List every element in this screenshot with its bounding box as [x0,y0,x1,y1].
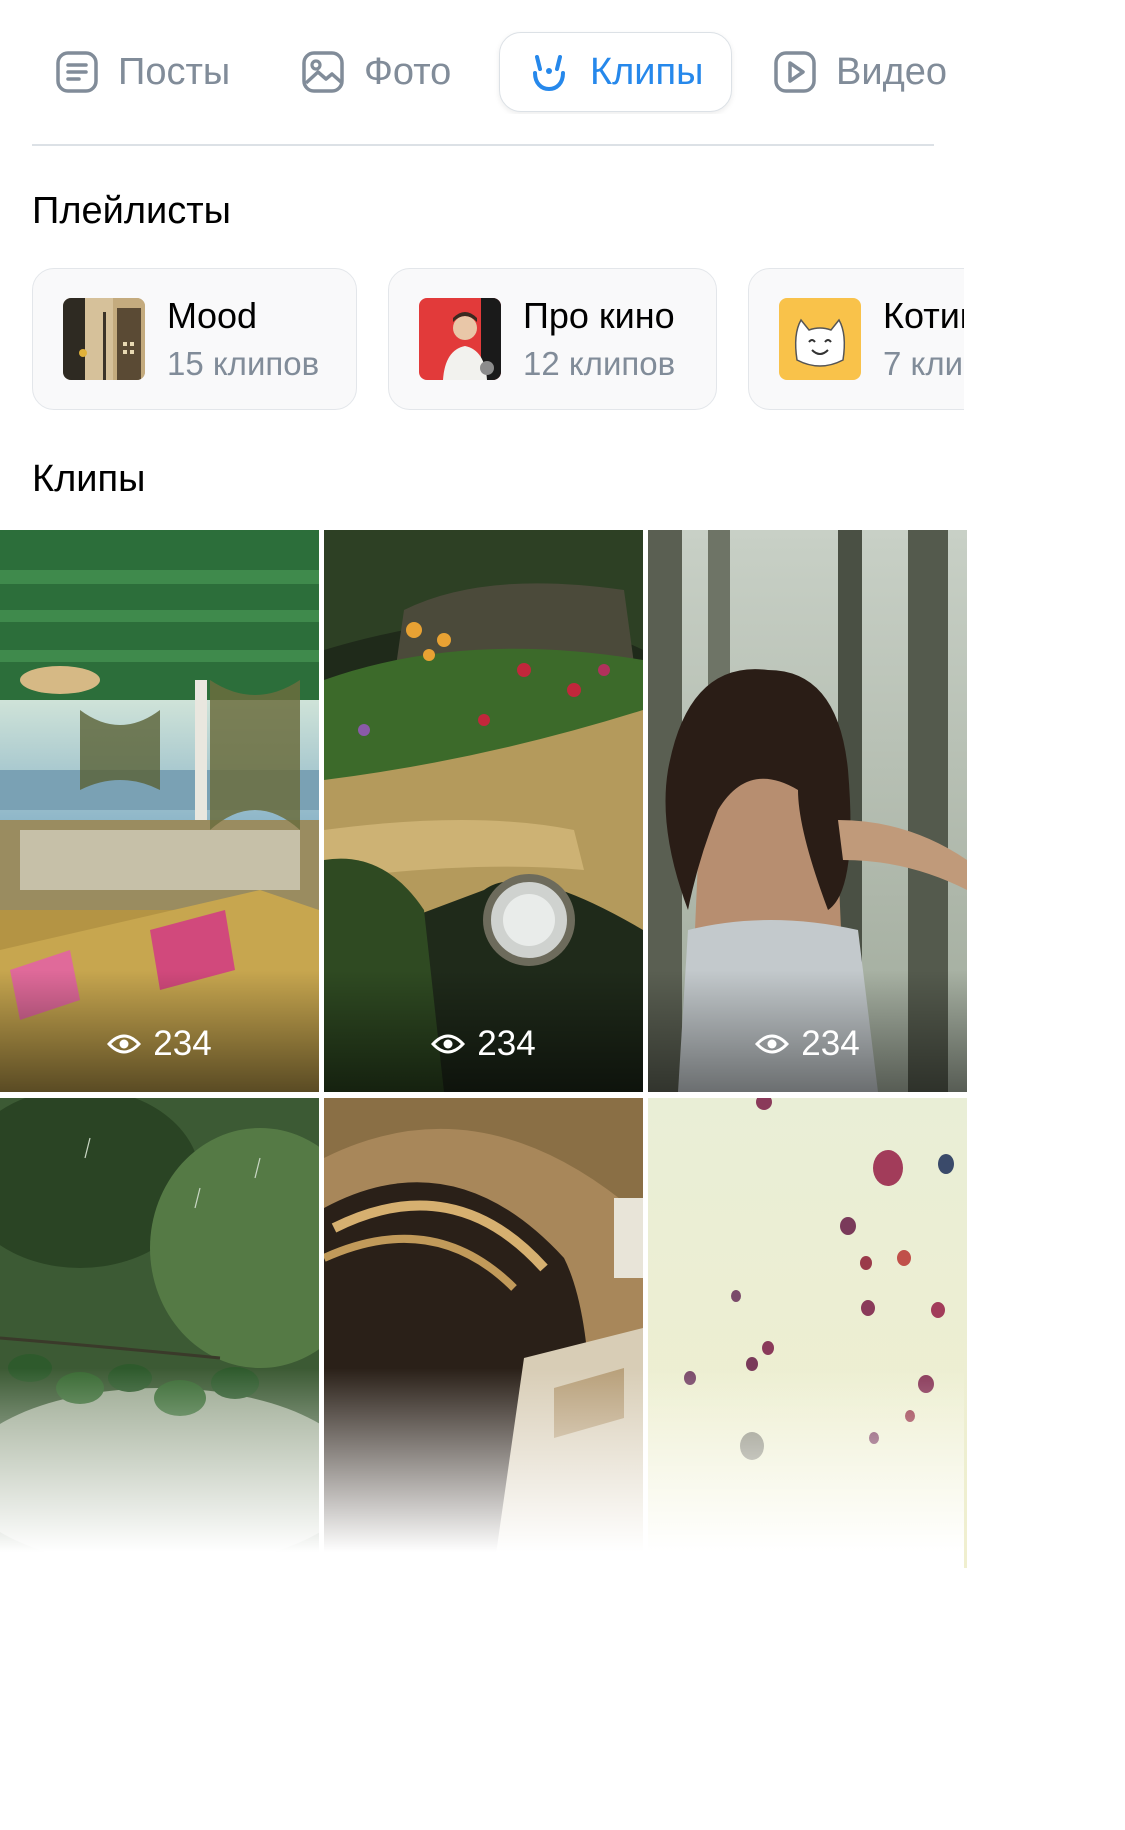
clip-tile[interactable] [324,1098,643,1660]
photo-icon [300,49,346,95]
views-counter: 234 [0,1024,319,1064]
clip-thumbnail [648,1098,967,1568]
views-count: 234 [801,1024,860,1063]
playlist-card-movies[interactable]: Про кино 12 клипов [388,268,717,410]
eye-icon [431,1034,466,1054]
playlist-count: 7 клипов [883,344,964,382]
clip-thumbnail [648,530,967,1092]
views-counter: 234 [648,1024,967,1064]
eye-icon [107,1034,142,1054]
tab-label: Клипы [590,51,704,93]
tab-posts[interactable]: Посты [54,32,230,112]
tabs-bar: Посты Фото Клипы Видео [0,30,964,114]
tabs-divider [32,144,934,146]
playlists-heading: Плейлисты [32,190,231,232]
clip-tile[interactable] [0,1098,319,1660]
posts-icon [54,49,100,95]
playlist-cover [63,298,145,380]
views-count: 234 [477,1024,536,1063]
clip-thumbnail [0,530,319,1092]
playlist-count: 15 клипов [167,344,320,382]
playlists-row[interactable]: Mood 15 клипов Про кино 12 клипов Коти 7… [0,268,964,412]
playlist-title: Про кино [523,295,675,337]
clip-thumbnail [324,1098,643,1568]
playlist-count: 12 клипов [523,344,676,382]
clip-thumbnail [324,530,643,1092]
clip-thumbnail [0,1098,319,1568]
clip-tile[interactable]: 234 [324,530,643,1092]
playlist-card-mood[interactable]: Mood 15 клипов [32,268,357,410]
clips-icon [526,49,572,95]
tab-label: Посты [118,51,231,93]
video-icon [772,49,818,95]
tab-video[interactable]: Видео [772,32,947,112]
clip-tile[interactable]: 234 [648,530,967,1092]
views-count: 234 [153,1024,212,1063]
clip-tile[interactable] [648,1098,967,1660]
clip-tile[interactable]: 234 [0,530,319,1092]
playlist-title: Котики [883,295,964,337]
playlist-title: Mood [167,295,258,337]
clips-grid: 234 234 234 [0,530,967,1568]
clips-heading: Клипы [32,458,146,500]
views-counter: 234 [324,1024,643,1064]
playlist-card-cats[interactable]: Котики 7 клипов [748,268,964,410]
playlist-cover [419,298,501,380]
tab-photo[interactable]: Фото [300,32,451,112]
tab-label: Фото [364,51,452,93]
playlist-cover [779,298,861,380]
eye-icon [755,1034,790,1054]
tab-label: Видео [836,51,948,93]
tab-clips[interactable]: Клипы [499,32,732,112]
